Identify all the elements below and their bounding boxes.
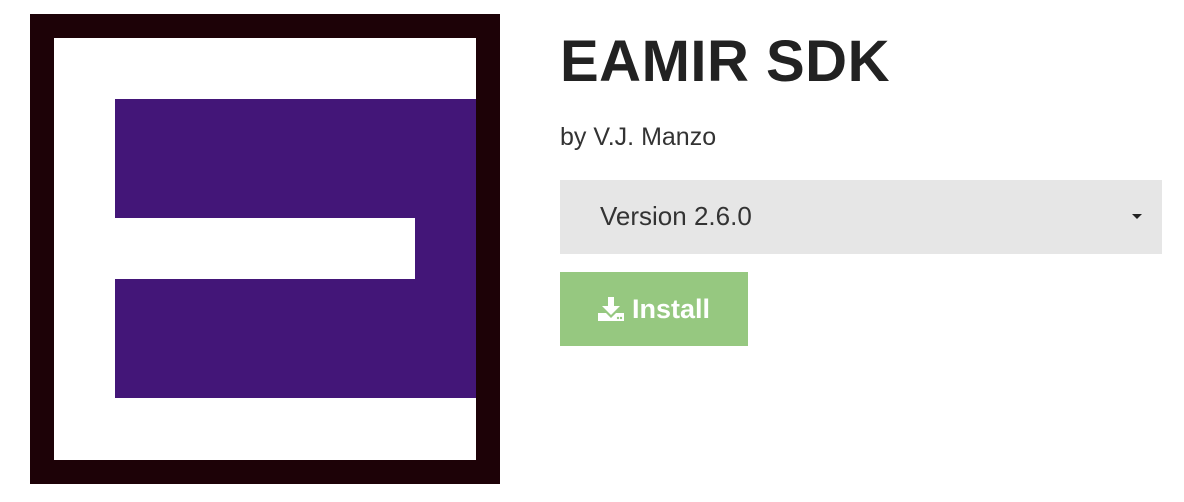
logo-shape-top xyxy=(115,99,476,218)
logo-shape-middle xyxy=(415,218,476,279)
logo-background xyxy=(54,38,476,460)
package-logo xyxy=(30,14,500,484)
logo-shape-bottom xyxy=(115,279,476,398)
install-button[interactable]: Install xyxy=(560,272,748,346)
download-icon xyxy=(597,297,624,321)
version-select[interactable]: Version 2.6.0 xyxy=(560,180,1162,254)
caret-down-icon xyxy=(1132,214,1142,219)
install-button-label: Install xyxy=(631,293,711,324)
version-select-value: Version 2.6.0 xyxy=(600,201,752,231)
package-author: by V.J. Manzo xyxy=(560,123,717,151)
package-title: EAMIR SDK xyxy=(560,29,890,94)
